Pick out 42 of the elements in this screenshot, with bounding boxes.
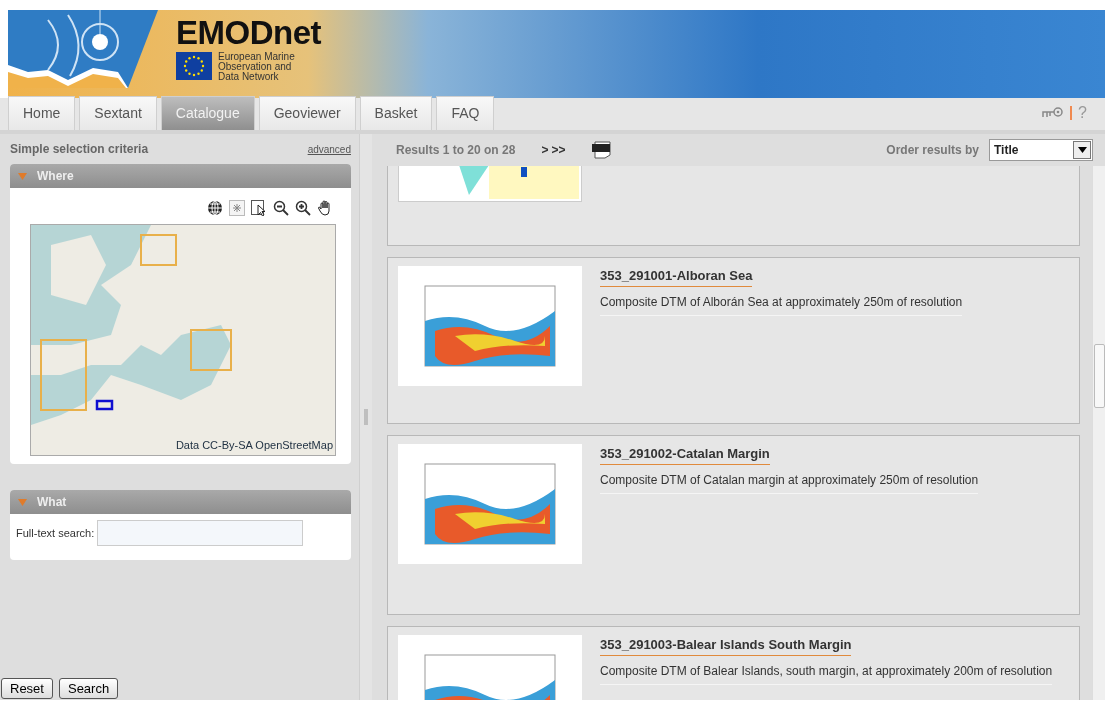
coverage-area-outline[interactable]	[140, 234, 177, 266]
coverage-area-outline[interactable]	[40, 339, 87, 411]
form-button[interactable]: Search	[58, 677, 119, 699]
field-label: Full-text search:	[16, 525, 95, 541]
splitter-handle-icon[interactable]	[364, 409, 368, 425]
key-icon[interactable]	[1042, 107, 1065, 119]
record-title-link[interactable]: 353_291002-Catalan Margin	[600, 444, 770, 465]
pan-hand-icon[interactable]	[317, 200, 333, 216]
record-title-link[interactable]: 353_291003-Balear Islands South Margin	[600, 635, 852, 656]
zoom-in-icon[interactable]	[295, 200, 311, 216]
panel-title: What	[37, 494, 67, 511]
nav-tab[interactable]: FAQ	[436, 96, 495, 130]
record-title-link[interactable]: 353_291001-Alboran Sea	[600, 266, 753, 287]
record-description: Composite DTM of Alborán Sea at approximately 250m of resolution	[600, 292, 963, 316]
sidebar-title: Simple selection criteria	[10, 141, 149, 158]
map-attribution: Data CC-By-SA OpenStreetMap	[175, 437, 333, 453]
record-description: Composite DTM of Catalan margin at approximately 250m of resolution	[600, 470, 979, 494]
zoom-out-icon[interactable]	[273, 200, 289, 216]
nav-tab[interactable]: Sextant	[79, 96, 157, 130]
full-text-search-field[interactable]	[97, 520, 304, 546]
nav-tab[interactable]: Geoviewer	[258, 96, 356, 130]
map[interactable]: Data CC-By-SA OpenStreetMap	[30, 224, 336, 456]
island-drawing	[51, 235, 106, 305]
asterisk-icon[interactable]	[229, 200, 245, 216]
record-description: Composite DTM of Balear Islands, south margin, at approximately 200m of resolution	[600, 661, 1053, 685]
nav-tab[interactable]: Basket	[359, 96, 433, 130]
order-select[interactable]: Title	[989, 139, 1093, 161]
nav-tab[interactable]: Home	[8, 96, 76, 130]
coverage-area-outline[interactable]	[190, 329, 232, 371]
order-label: Order results by	[886, 142, 979, 159]
scrollbar[interactable]	[1092, 166, 1105, 700]
selected-area-outline[interactable]	[95, 399, 114, 411]
pager-link[interactable]: >	[541, 141, 549, 159]
results-summary: Results 1 to 20 on 28	[396, 142, 516, 159]
dropdown-arrow-icon	[1077, 147, 1087, 153]
form-button[interactable]: Reset	[1, 677, 53, 699]
pager-link[interactable]: >>	[551, 141, 566, 159]
advanced-search-link[interactable]: advanced	[307, 141, 351, 157]
panel-title: Where	[37, 168, 74, 185]
site-subtitle: European Marine Observation and Data Network	[218, 52, 295, 82]
globe-icon[interactable]	[207, 200, 223, 216]
site-logo-title: EMODnet	[176, 16, 321, 49]
